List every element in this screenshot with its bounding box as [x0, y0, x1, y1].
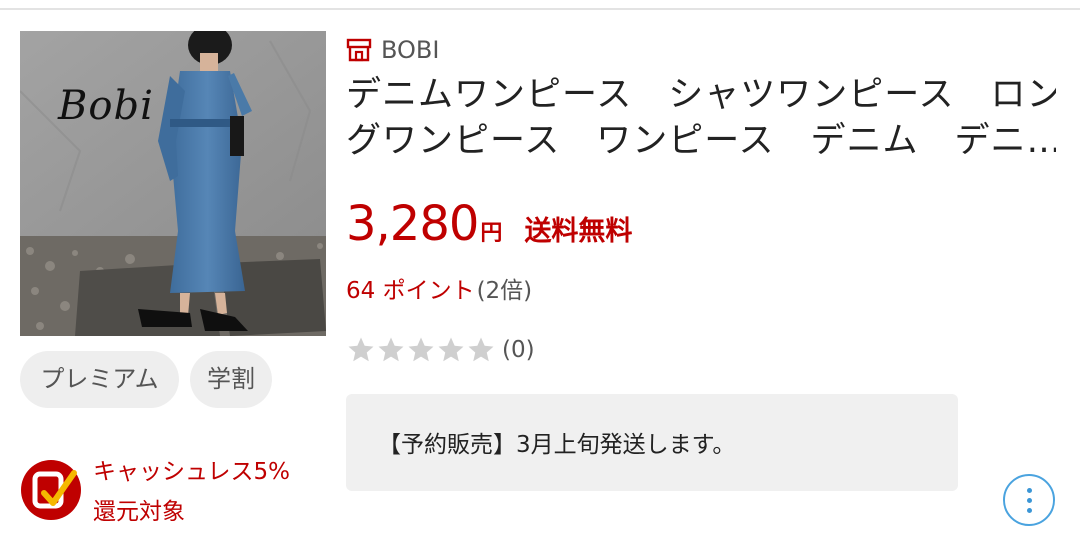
price-unit: 円: [480, 221, 503, 246]
product-image[interactable]: Bobi: [20, 31, 326, 336]
image-brand-watermark: Bobi: [58, 83, 154, 129]
star-icon: [468, 337, 494, 362]
shop-link[interactable]: BOBI: [346, 34, 439, 66]
star-icon: [378, 337, 404, 362]
top-divider: [0, 8, 1080, 10]
free-shipping-label: 送料無料: [524, 216, 633, 247]
points-value: 64 ポイント: [346, 278, 475, 304]
star-icon: [438, 337, 464, 362]
tag-premium[interactable]: プレミアム: [20, 351, 179, 408]
more-options-button[interactable]: [1003, 474, 1055, 526]
product-photo-illustration: [20, 31, 326, 336]
product-title-line2: グワンピース ワンピース デニム デニ…: [346, 121, 1056, 161]
cashless-line2: 還元対象: [93, 499, 185, 525]
tag-student-discount[interactable]: 学割: [190, 351, 272, 408]
cashless-line1: キャッシュレス5%: [93, 459, 291, 485]
price-value: 3,280: [346, 196, 479, 252]
review-count: (0): [502, 337, 535, 363]
price-row: 3,280 円 送料無料: [346, 196, 632, 256]
star-rating: [346, 335, 496, 365]
preorder-notice-text: 【予約販売】3月上旬発送します。: [378, 432, 736, 458]
star-icon: [348, 337, 374, 362]
product-title[interactable]: デニムワンピース シャツワンピース ロン グワンピース ワンピース デニム デニ…: [346, 72, 1056, 164]
points-multiplier: (2倍): [476, 278, 533, 304]
shop-name: BOBI: [381, 36, 440, 64]
preorder-notice: 【予約販売】3月上旬発送します。: [346, 394, 958, 491]
product-title-line1: デニムワンピース シャツワンピース ロン: [346, 75, 1056, 115]
points-info: 64 ポイント (2倍): [346, 272, 532, 304]
cashless-check-icon: [20, 459, 82, 521]
shop-icon: [346, 38, 372, 62]
cashless-label: キャッシュレス5% 還元対象: [93, 452, 333, 532]
star-icon: [408, 337, 434, 362]
rating[interactable]: (0): [346, 333, 535, 367]
